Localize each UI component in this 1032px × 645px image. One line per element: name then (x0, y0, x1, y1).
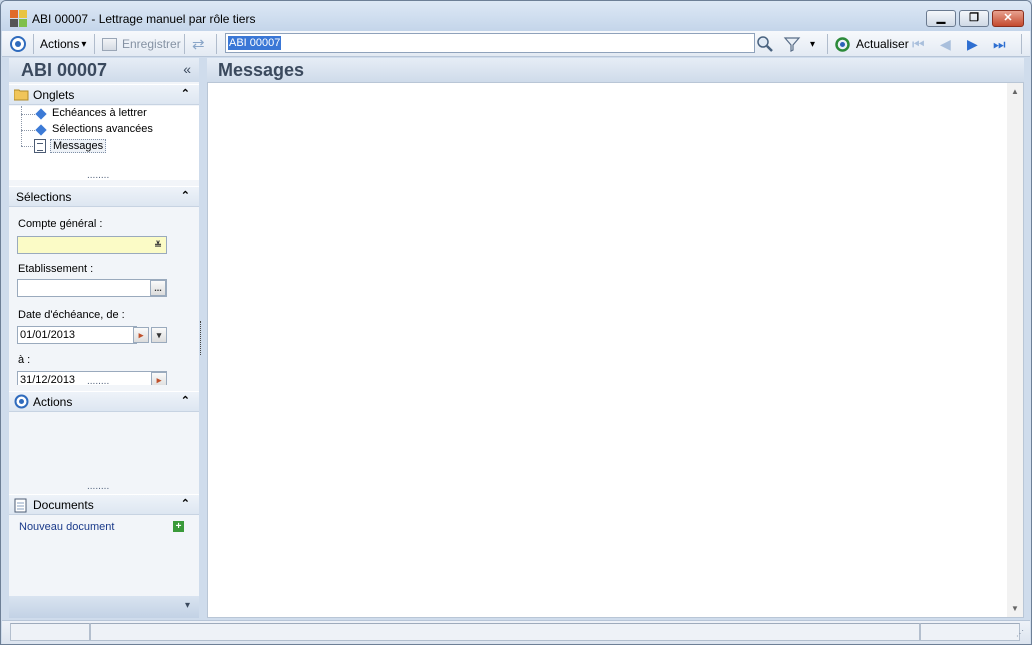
status-bar: ⋰ (2, 620, 1030, 644)
compte-general-field[interactable] (17, 236, 167, 254)
left-panel-header: ABI 00007 « (9, 58, 199, 82)
documents-section-header[interactable]: Documents ⌃ (9, 494, 199, 515)
selections-body: Compte général : ≚ Etablissement : ... D… (9, 208, 199, 385)
main-header: Messages (207, 58, 1024, 82)
app-window: ABI 00007 - Lettrage manuel par rôle tie… (0, 0, 1032, 645)
onglets-tree: Echéances à lettrer Sélections avancées … (9, 106, 199, 181)
calendar-icon[interactable]: ▸ (151, 372, 167, 385)
search-input[interactable]: ABI 00007 (225, 33, 755, 53)
toolbar: Actions ▾ Enregistrer ⇄ ABI 00007 ▾ Actu… (2, 31, 1030, 57)
status-cell (10, 623, 90, 641)
chevron-up-icon[interactable]: ⌃ (181, 189, 190, 202)
left-panel-footer: ▾ (9, 596, 199, 618)
tab-selections-avancees[interactable]: Sélections avancées (52, 123, 153, 135)
last-record-icon[interactable]: ⏭ (993, 35, 1006, 53)
restore-button[interactable]: ❐ (959, 10, 989, 27)
documents-body: Nouveau document + (9, 516, 199, 594)
close-button[interactable]: ✕ (992, 10, 1024, 27)
status-cell (90, 623, 920, 641)
next-record-icon[interactable]: ▶ (967, 35, 978, 53)
tab-echeances-a-lettrer[interactable]: Echéances à lettrer (52, 107, 147, 119)
refresh-icon (835, 36, 850, 52)
browse-button[interactable]: ... (150, 280, 166, 296)
onglets-section-header[interactable]: Onglets ⌃ (9, 84, 199, 105)
refresh-button[interactable]: Actualiser (834, 35, 909, 53)
etablissement-field[interactable] (17, 279, 167, 297)
date-from-label: Date d'échéance, de : (18, 309, 125, 321)
filter-dropdown-icon[interactable]: ▾ (810, 35, 815, 53)
resize-grip-icon[interactable]: ⋰ (1016, 629, 1024, 638)
document-icon (34, 139, 46, 153)
scroll-up-icon[interactable]: ▲ (1011, 87, 1019, 96)
left-panel: ABI 00007 « Onglets ⌃ Echéances à lettre… (9, 58, 199, 618)
actions-section-header[interactable]: Actions ⌃ (9, 391, 199, 412)
date-dropdown-icon[interactable]: ▾ (151, 327, 167, 343)
chevron-up-icon[interactable]: ⌃ (181, 87, 190, 100)
search-icon[interactable] (756, 35, 774, 53)
resize-grip[interactable]: ........ (87, 171, 109, 181)
status-cell (920, 623, 1020, 641)
resize-grip[interactable]: ........ (87, 482, 109, 492)
actions-body: ........ (9, 413, 199, 492)
selections-section-header[interactable]: Sélections ⌃ (9, 186, 199, 207)
title-bar: ABI 00007 - Lettrage manuel par rôle tie… (1, 1, 1031, 31)
actions-menu-button[interactable]: Actions ▾ (40, 35, 86, 53)
document-icon (14, 498, 27, 516)
add-icon[interactable]: + (173, 521, 184, 532)
folder-icon (13, 88, 29, 104)
window-title: ABI 00007 - Lettrage manuel par rôle tie… (32, 12, 256, 26)
first-record-icon[interactable]: ⏮ (912, 35, 925, 53)
calendar-icon[interactable]: ▸ (133, 327, 149, 343)
sync-icon[interactable]: ⇄ (192, 35, 205, 53)
app-logo-icon (10, 10, 28, 27)
chevron-down-icon[interactable]: ▾ (185, 600, 190, 611)
panel-splitter[interactable] (200, 321, 201, 355)
save-button[interactable]: Enregistrer (102, 35, 181, 53)
scroll-down-icon[interactable]: ▼ (1011, 604, 1019, 613)
collapse-panel-icon[interactable]: « (183, 61, 191, 77)
diamond-icon (35, 108, 47, 120)
date-to-label: à : (18, 354, 31, 366)
resize-grip[interactable]: ........ (87, 377, 109, 386)
record-title: ABI 00007 (21, 60, 108, 80)
chevron-up-icon[interactable]: ⌃ (181, 497, 190, 510)
chevron-down-icon: ▾ (81, 38, 87, 50)
tab-messages[interactable]: Messages (50, 139, 107, 153)
minimize-button[interactable]: ▁ (926, 10, 956, 27)
chevron-up-icon[interactable]: ⌃ (181, 394, 190, 407)
date-from-field[interactable]: 01/01/2013 (17, 326, 137, 344)
filter-icon[interactable] (783, 35, 801, 53)
save-icon (102, 37, 117, 51)
actions-circle-icon (14, 394, 29, 412)
previous-record-icon[interactable]: ◀ (940, 35, 951, 53)
double-chevron-down-icon[interactable]: ≚ (150, 237, 166, 253)
record-menu-icon[interactable] (10, 35, 26, 53)
new-document-link[interactable]: Nouveau document (19, 521, 114, 533)
etablissement-label: Etablissement : (18, 263, 94, 275)
messages-content: ▲ ▼ (207, 82, 1024, 618)
vertical-scrollbar[interactable]: ▲ ▼ (1007, 83, 1023, 617)
page-title: Messages (218, 60, 305, 80)
diamond-icon (35, 124, 47, 136)
compte-general-label: Compte général : (18, 218, 103, 230)
